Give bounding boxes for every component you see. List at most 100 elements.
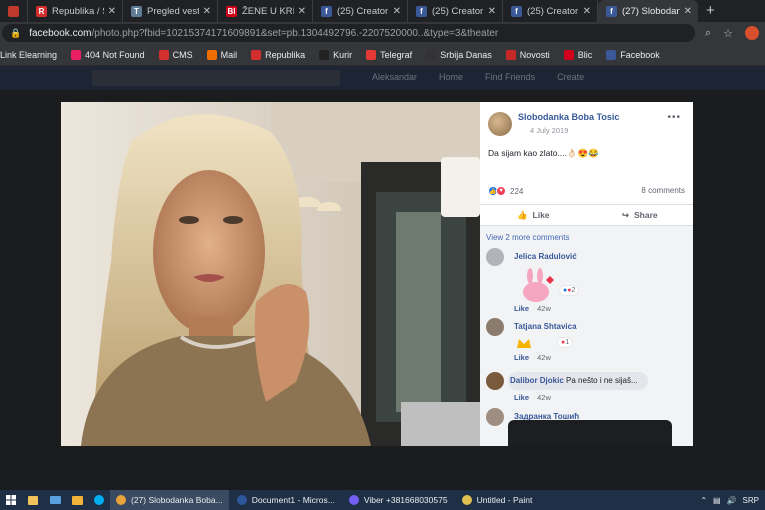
tab-strip: Ur✕ R Republika / Sr ✕ T Pregled vesti ✕ Bl ŽENE… [0,0,765,22]
comment-composer[interactable] [508,420,672,446]
url-path: /photo.php?fbid=10215374171609891&set=pb… [91,27,499,39]
view-more-comments-link[interactable]: View 2 more comments [486,233,569,242]
tab-3[interactable]: Bl ŽENE U KRIM ✕ [218,0,313,22]
tab-7[interactable]: f (27) Slobodan ✕ [598,0,698,22]
close-icon[interactable]: ✕ [393,6,401,17]
commenter-avatar[interactable] [486,318,504,336]
close-icon[interactable]: ✕ [108,6,116,17]
bookmark-0[interactable]: Link Elearning [0,50,57,60]
like-label: Like [532,210,550,220]
tab-6[interactable]: f (25) Creator St ✕ [503,0,598,22]
more-options-icon[interactable]: ••• [667,112,681,123]
comment-like-link[interactable]: Like [514,393,529,402]
comment-count[interactable]: 8 comments [641,186,685,195]
comment-meta: Like 42w [514,393,551,402]
comment-reaction-count: 1 [565,339,570,346]
comment-item: Jelica Radulović ● ● 2 Like 42w [486,248,686,318]
post-header: Slobodanka Boba Tosic 4 July 2019 ••• [488,110,685,140]
chevron-up-icon[interactable]: ⌃ [700,496,707,505]
bookmark-5[interactable]: Kurir [319,49,352,60]
commenter-name[interactable]: Jelica Radulović [514,252,577,261]
tab-title: (25) Creator St [527,5,579,17]
comment-like-link[interactable]: Like [514,353,529,362]
fb-nav-item[interactable]: Aleksandar [372,72,417,82]
desktop-icon[interactable] [44,490,66,510]
taskbar-app-1[interactable]: Document1 - Micros... [231,490,341,510]
explorer-icon[interactable] [66,490,88,510]
fb-nav-item[interactable]: Home [439,72,463,82]
tab-5[interactable]: f (25) Creator St ✕ [408,0,503,22]
like-button[interactable]: 👍 Like [480,205,587,225]
bookmark-7[interactable]: Srbija Danas [426,49,492,60]
reaction-summary[interactable]: 👍 ♥ 224 [488,186,523,196]
pink-bunny-sticker [523,268,554,302]
close-icon[interactable]: ✕ [488,6,496,17]
fb-nav-item[interactable]: Find Friends [485,72,535,82]
tab-4[interactable]: f (25) Creator St ✕ [313,0,408,22]
post-date[interactable]: 4 July 2019 [530,126,568,135]
author-name[interactable]: Slobodanka Boba Tosic [518,112,619,122]
commenter-avatar[interactable] [486,372,504,390]
bookmark-1[interactable]: 404 Not Found [71,49,145,60]
bookmark-8[interactable]: Novosti [505,49,550,60]
close-icon[interactable]: ✕ [583,6,591,17]
comment-time[interactable]: 42w [537,393,551,402]
skype-icon[interactable] [88,490,110,510]
page-viewport: Aleksandar Home Find Friends Create Slob… [0,66,765,490]
comment-item: Tatjana Shtavica ● 1 Like 42w [486,318,686,366]
facebook-search-input[interactable] [92,70,340,86]
tab-title: (25) Creator St [432,5,484,17]
commenter-name: Dalibor Djokic Pa nešto i ne sijaš... [510,376,638,385]
commenter-name[interactable]: Tatjana Shtavica [514,322,577,331]
blic-icon [563,49,574,60]
star-icon[interactable]: ☆ [723,27,733,40]
taskbar-app-0[interactable]: (27) Slobodanka Boba... [110,490,229,510]
t-circle-icon: T [131,5,142,17]
tab-title: ŽENE U KRIM [242,5,294,17]
comment-meta: Like 42w [514,353,551,362]
profile-avatar[interactable] [745,26,759,40]
bookmark-10[interactable]: Facebook [606,49,660,60]
taskbar-app-2[interactable]: Viber +381668030575 [343,490,454,510]
love-reaction-icon: ♥ [496,186,506,196]
share-button[interactable]: ↪ Share [587,205,694,225]
taskbar-apps: (27) Slobodanka Boba... Document1 - Micro… [110,490,540,510]
address-bar[interactable]: 🔒 facebook.com /photo.php?fbid=102153741… [2,24,695,42]
comment-time[interactable]: 42w [537,353,551,362]
comment-reactions[interactable]: ● ● 2 [560,286,579,295]
novosti-icon [505,49,516,60]
windows-start-icon[interactable] [0,490,22,510]
comment-like-link[interactable]: Like [514,304,529,313]
bookmark-label: 404 Not Found [85,49,145,60]
volume-icon[interactable]: 🔊 [727,496,737,505]
bookmark-3[interactable]: Mail [206,49,237,60]
store-icon[interactable] [22,490,44,510]
sd-icon [426,49,437,60]
tab-1[interactable]: R Republika / Sr ✕ [28,0,123,22]
bookmark-2[interactable]: CMS [158,49,193,60]
bookmark-9[interactable]: Blic [563,49,592,60]
language-indicator[interactable]: SRP [743,496,759,505]
close-icon[interactable]: ✕ [684,6,692,17]
taskbar-app-3[interactable]: Untitled - Paint [456,490,539,510]
bookmark-4[interactable]: Republika [251,49,305,60]
tab-0[interactable]: Ur✕ [0,0,28,22]
close-icon[interactable]: ✕ [203,6,211,17]
commenter-avatar[interactable] [486,408,504,426]
close-icon[interactable]: ✕ [298,6,306,17]
commenter-name-link[interactable]: Dalibor Djokic [510,376,564,385]
bookmark-6[interactable]: Telegraf [366,49,412,60]
author-avatar[interactable] [488,112,512,136]
search-icon[interactable]: ⌕ [705,27,711,40]
bookmark-label: CMS [172,49,193,60]
comment-reactions[interactable]: ● 1 [558,338,573,347]
network-icon[interactable]: ▤ [713,496,721,505]
new-tab-button[interactable]: + [698,0,723,22]
share-icon: ↪ [621,209,629,220]
fb-nav-item[interactable]: Create [557,72,584,82]
comment-time[interactable]: 42w [537,304,551,313]
theater-photo[interactable] [61,102,480,446]
commenter-avatar[interactable] [486,248,504,266]
republika-icon [158,49,169,60]
tab-2[interactable]: T Pregled vesti ✕ [123,0,218,22]
